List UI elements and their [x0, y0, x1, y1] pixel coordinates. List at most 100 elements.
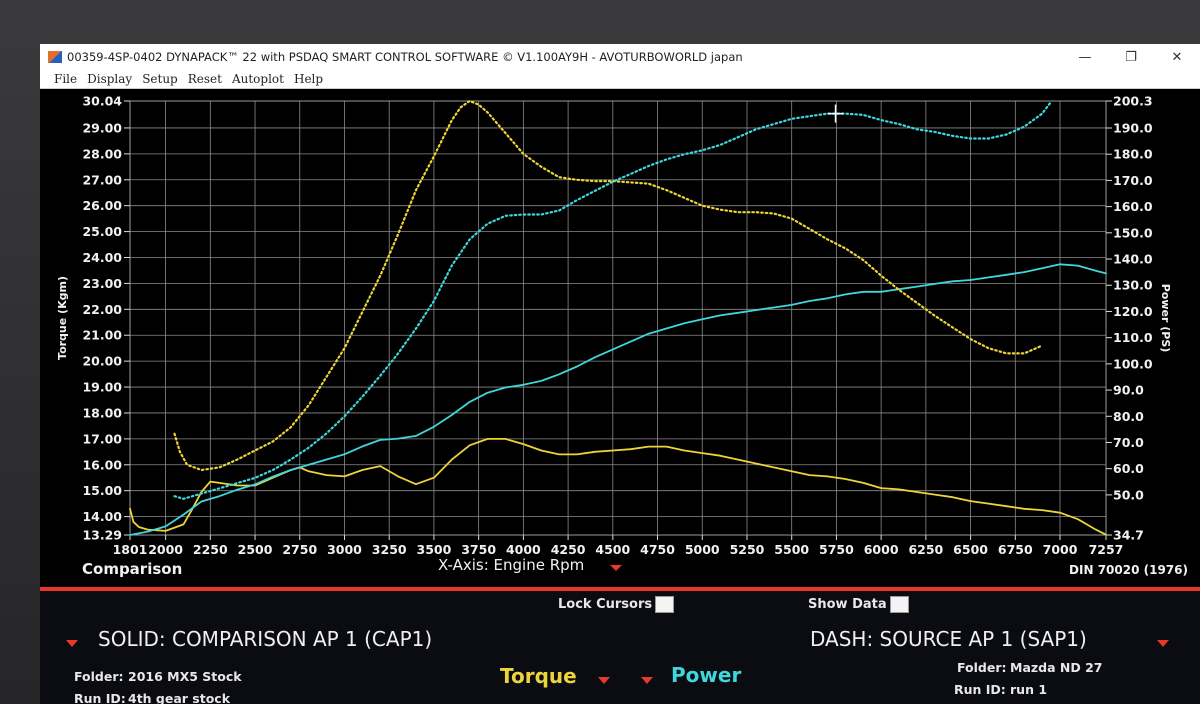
- dyno-app-window: 00359-4SP-0402 DYNAPACK™ 22 with PSDAQ S…: [40, 44, 1200, 704]
- left-tick-label: 30.04: [82, 94, 122, 109]
- left-tick-label: 18.00: [82, 405, 122, 420]
- right-tick-label: 200.3: [1113, 94, 1153, 109]
- left-axis-label: Torque (Kgm): [56, 276, 69, 360]
- x-tick-label: 2000: [148, 542, 183, 557]
- right-tick-label: 70.0: [1113, 435, 1144, 450]
- maximize-button[interactable]: ❐: [1108, 44, 1154, 70]
- x-tick-label: 4500: [595, 542, 630, 557]
- right-tick-label: 190.0: [1113, 120, 1153, 135]
- menu-reset[interactable]: Reset: [188, 72, 222, 86]
- menu-help[interactable]: Help: [294, 72, 323, 86]
- left-tick-label: 29.00: [82, 120, 122, 135]
- left-runid-value: 4th gear stock: [128, 691, 231, 704]
- menu-setup[interactable]: Setup: [142, 72, 178, 86]
- left-tick-label: 25.00: [82, 224, 122, 239]
- x-tick-label: 6000: [864, 542, 899, 557]
- solid-power-curve: [129, 263, 1107, 536]
- right-tick-label: 110.0: [1113, 330, 1153, 345]
- solid-dropdown-arrow-icon[interactable]: [66, 633, 78, 652]
- left-tick-label: 24.00: [82, 250, 122, 265]
- right-runid-label: Run ID:: [954, 682, 1006, 697]
- show-data-checkbox[interactable]: [889, 596, 909, 613]
- minimize-button[interactable]: —: [1062, 44, 1108, 70]
- x-tick-label: 7000: [1043, 542, 1078, 557]
- right-tick-label: 180.0: [1113, 147, 1153, 162]
- x-tick-label: 6500: [953, 542, 988, 557]
- left-tick-label: 22.00: [82, 302, 122, 317]
- right-tick-label: 100.0: [1113, 356, 1153, 371]
- left-runid-label: Run ID:: [74, 691, 126, 704]
- left-tick-label: 20.00: [82, 354, 122, 369]
- comparison-label: Comparison: [82, 560, 182, 578]
- x-tick-label: 5000: [685, 542, 720, 557]
- dyno-chart-svg[interactable]: 1801 2000 2250 2500 2750 3000 3250 3500 3750 4000…: [40, 89, 1200, 587]
- window-title: 00359-4SP-0402 DYNAPACK™ 22 with PSDAQ S…: [67, 50, 743, 64]
- right-tick-label: 130.0: [1113, 278, 1153, 293]
- show-data-control[interactable]: Show Data: [808, 596, 909, 613]
- x-tick-label: 3250: [372, 542, 407, 557]
- right-tick-label: 150.0: [1113, 225, 1153, 240]
- right-folder-value: Mazda ND 27: [1010, 660, 1103, 675]
- dash-source-title[interactable]: DASH: SOURCE AP 1 (SAP1): [810, 627, 1087, 651]
- right-tick-label: 34.7: [1113, 528, 1144, 543]
- lock-cursors-checkbox[interactable]: [655, 596, 675, 613]
- left-tick-label: 26.00: [82, 198, 122, 213]
- left-tick-label: 28.00: [82, 146, 122, 161]
- right-tick-label: 90.0: [1113, 383, 1144, 398]
- close-button[interactable]: ✕: [1154, 44, 1200, 70]
- menu-bar: File Display Setup Reset Autoplot Help: [40, 70, 1200, 89]
- left-folder-label: Folder:: [74, 669, 124, 684]
- x-tick-label: 4000: [506, 542, 541, 557]
- xaxis-selector-label[interactable]: X-Axis: Engine Rpm: [438, 556, 584, 574]
- right-folder-label: Folder:: [957, 660, 1007, 675]
- solid-torque-curve: [129, 437, 1107, 536]
- dashed-torque-curve: [173, 99, 1044, 472]
- left-tick-label: 17.00: [82, 431, 122, 446]
- left-tick-label: 27.00: [82, 172, 122, 187]
- lock-cursors-label: Lock Cursors: [558, 597, 653, 612]
- right-axis-label: Power (PS): [1159, 284, 1172, 353]
- lock-cursors-control[interactable]: Lock Cursors: [558, 596, 675, 613]
- din-standard-label: DIN 70020 (1976): [1069, 563, 1188, 577]
- x-tick-label: 4750: [640, 542, 675, 557]
- right-tick-label: 80.0: [1113, 409, 1144, 424]
- left-tick-label: 19.00: [82, 380, 122, 395]
- solid-comparison-title[interactable]: SOLID: COMPARISON AP 1 (CAP1): [98, 627, 432, 651]
- plot-border: [129, 100, 1107, 536]
- x-tick-label: 7257: [1089, 542, 1124, 557]
- app-logo-icon: [48, 51, 62, 63]
- power-selector-label[interactable]: Power: [671, 663, 741, 687]
- left-tick-label: 16.00: [82, 457, 122, 472]
- x-tick-label: 2750: [282, 542, 317, 557]
- x-tick-label: 6250: [908, 542, 943, 557]
- right-tick-label: 50.0: [1113, 487, 1144, 502]
- dash-dropdown-arrow-icon[interactable]: [1157, 633, 1169, 652]
- x-tick-label: 3000: [327, 542, 362, 557]
- right-tick-label: 120.0: [1113, 304, 1153, 319]
- left-tick-label: 23.00: [82, 276, 122, 291]
- right-tick-label: 140.0: [1113, 252, 1153, 267]
- left-tick-label: 15.00: [82, 483, 122, 498]
- torque-dropdown-arrow-icon[interactable]: [598, 670, 610, 689]
- menu-display[interactable]: Display: [87, 72, 132, 86]
- left-tick-label: 14.00: [82, 509, 122, 524]
- show-data-label: Show Data: [808, 597, 887, 612]
- menu-file[interactable]: File: [54, 72, 77, 86]
- x-tick-label: 3750: [461, 542, 496, 557]
- chart-grid: [129, 100, 1107, 536]
- x-tick-label: 4250: [551, 542, 586, 557]
- torque-selector-label[interactable]: Torque: [500, 664, 577, 688]
- dyno-chart[interactable]: 1801 2000 2250 2500 2750 3000 3250 3500 3750 4000…: [40, 89, 1200, 587]
- xaxis-dropdown-arrow-icon[interactable]: [610, 565, 622, 571]
- right-tick-label: 160.0: [1113, 199, 1153, 214]
- right-tick-label: 170.0: [1113, 173, 1153, 188]
- left-tick-label: 21.00: [82, 328, 122, 343]
- power-dropdown-arrow-icon[interactable]: [641, 670, 653, 689]
- x-tick-label: 6750: [998, 542, 1033, 557]
- x-tick-label: 5750: [819, 542, 854, 557]
- x-tick-label: 2250: [193, 542, 228, 557]
- x-tick-label: 1801: [113, 542, 148, 557]
- menu-autoplot[interactable]: Autoplot: [232, 72, 284, 86]
- right-tick-label: 60.0: [1113, 461, 1144, 476]
- right-runid-value: run 1: [1010, 682, 1048, 697]
